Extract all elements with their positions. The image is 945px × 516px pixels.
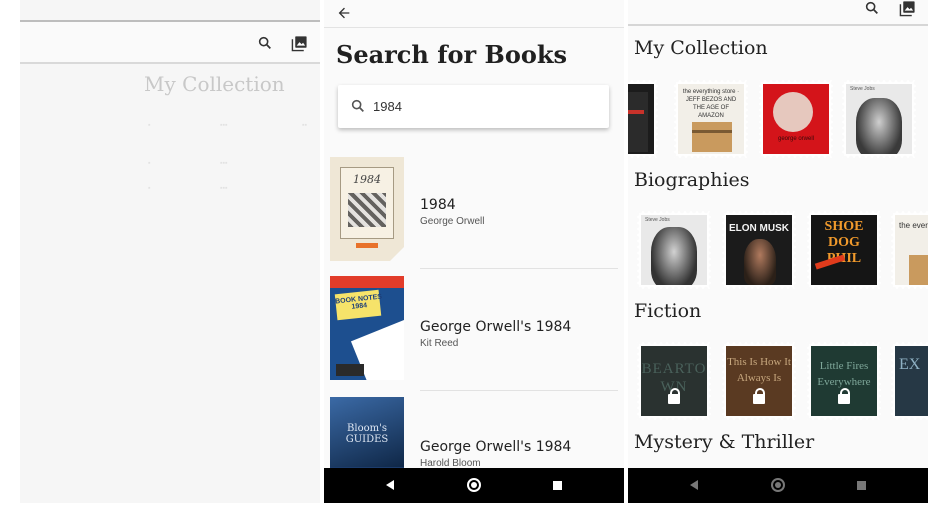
book-shelf: BEARTOWN This Is How It Always Is Little…: [628, 342, 928, 422]
result-author: Kit Reed: [420, 338, 459, 349]
cover-title: Steve Jobs: [645, 217, 670, 223]
cover-title: Little Fires Everywhere: [817, 360, 871, 388]
search-icon[interactable]: [253, 31, 277, 55]
divider: [420, 390, 618, 391]
book-stamp[interactable]: ELON MUSK: [722, 211, 796, 289]
nav-home-icon[interactable]: [467, 478, 481, 492]
section-title: Biographies: [634, 169, 750, 191]
book-shelf: the everything store · JEFF BEZOS AND TH…: [628, 80, 928, 160]
nav-recents-icon[interactable]: [857, 481, 866, 490]
search-result[interactable]: BOOK NOTES 1984 George Orwell's 1984 Kit…: [324, 276, 624, 391]
nav-back-icon[interactable]: [690, 480, 698, 490]
result-author: George Orwell: [420, 216, 485, 227]
app-bar: [628, 0, 928, 26]
page-title: My Collection: [144, 72, 285, 96]
arrow-back-icon[interactable]: [332, 1, 356, 25]
cover-title: the everything store · JEFF BEZOS AND TH…: [682, 89, 740, 119]
section-title: Mystery & Thriller: [634, 431, 815, 453]
page-title: Search for Books: [336, 40, 567, 69]
faded-placeholder: ▪▪: [302, 122, 307, 129]
result-title: George Orwell's 1984: [420, 439, 572, 455]
search-screen: Search for Books 1984 1984 George Orwell…: [324, 0, 624, 503]
faded-placeholder: ▪: [148, 160, 151, 167]
section-title: Fiction: [634, 300, 702, 322]
cover-title: ELON MUSK: [729, 223, 789, 234]
nav-home-icon[interactable]: [771, 478, 785, 492]
nav-back-icon[interactable]: [386, 480, 394, 490]
photo-library-icon[interactable]: [287, 31, 311, 55]
book-stamp[interactable]: the everything store · JEFF BEZOS AND TH…: [674, 80, 748, 158]
search-icon[interactable]: [860, 0, 884, 20]
book-stamp[interactable]: This Is How It Always Is: [722, 342, 796, 420]
book-stamp[interactable]: george orwell: [759, 80, 833, 158]
app-bar: [324, 0, 624, 28]
faded-placeholder: ▪: [148, 185, 151, 192]
book-stamp[interactable]: the every: [891, 211, 928, 289]
book-shelf: Steve Jobs ELON MUSK SHOE DOG PHIL the e…: [628, 211, 928, 291]
search-input[interactable]: [373, 95, 593, 117]
cover-title: the every: [899, 221, 928, 230]
nav-recents-icon[interactable]: [553, 481, 562, 490]
book-cover: BOOK NOTES 1984: [330, 276, 404, 380]
cover-title: Steve Jobs: [850, 86, 875, 92]
book-stamp[interactable]: Steve Jobs: [637, 211, 711, 289]
faded-placeholder: ▪▪▪: [220, 160, 228, 167]
system-nav-bar: [324, 468, 624, 503]
cover-title: george orwell: [777, 136, 815, 142]
result-title: 1984: [420, 197, 456, 213]
book-stamp[interactable]: SHOE DOG PHIL: [807, 211, 881, 289]
cover-title: 1984: [353, 173, 381, 186]
search-icon: [350, 98, 366, 119]
result-title: George Orwell's 1984: [420, 319, 572, 335]
cover-title: EX: [899, 356, 921, 373]
library-screen: My Collection the everything store · JEF…: [628, 0, 928, 503]
toolbar: [20, 22, 320, 64]
lock-icon: [838, 388, 850, 404]
search-result[interactable]: 1984 1984 George Orwell: [324, 157, 624, 272]
book-stamp[interactable]: EX: [891, 342, 928, 420]
book-stamp[interactable]: [628, 80, 658, 158]
faded-placeholder: ▪: [148, 122, 151, 129]
lock-icon: [668, 388, 680, 404]
book-cover: 1984: [330, 157, 404, 261]
cover-title: This Is How It Always Is: [727, 356, 791, 384]
transition-screen: My Collection ▪ ▪▪▪ ▪▪ ▪ ▪▪▪ ▪ ▪▪▪: [20, 0, 320, 503]
faded-placeholder: ▪▪▪: [220, 122, 228, 129]
cover-title: Bloom's GUIDES: [345, 423, 389, 445]
divider: [420, 268, 618, 269]
system-nav-bar: [628, 468, 928, 503]
faded-placeholder: ▪▪▪: [220, 185, 228, 192]
lock-icon: [753, 388, 765, 404]
photo-library-icon[interactable]: [895, 0, 919, 20]
search-bar[interactable]: [338, 85, 609, 128]
book-stamp[interactable]: Little Fires Everywhere: [807, 342, 881, 420]
section-title: My Collection: [634, 37, 768, 59]
book-stamp[interactable]: BEARTOWN: [637, 342, 711, 420]
book-stamp[interactable]: Steve Jobs: [842, 80, 916, 158]
